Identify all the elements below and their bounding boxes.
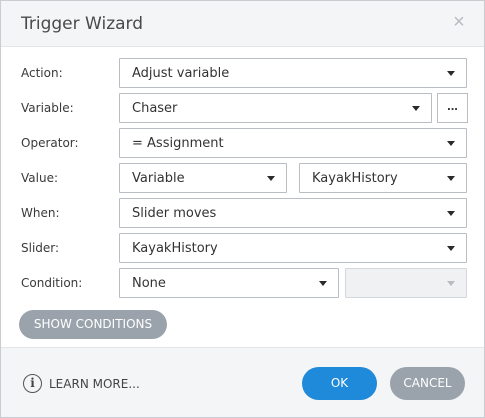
value-type-select[interactable]: Variable	[119, 163, 287, 193]
dialog-footer: i LEARN MORE... OK CANCEL	[1, 347, 484, 417]
condition-secondary-select	[345, 268, 467, 298]
operator-row: Operator: = Assignment	[1, 128, 484, 158]
dialog-titlebar: Trigger Wizard ×	[1, 1, 484, 47]
chevron-down-icon	[267, 176, 275, 181]
condition-label: Condition:	[21, 276, 83, 290]
ok-button[interactable]: OK	[302, 367, 377, 400]
operator-select-value: = Assignment	[132, 136, 224, 151]
condition-select-value: None	[132, 276, 166, 291]
dialog-title: Trigger Wizard	[21, 14, 144, 34]
cancel-button[interactable]: CANCEL	[390, 367, 465, 400]
variable-row: Variable: Chaser ...	[1, 93, 484, 123]
when-select-value: Slider moves	[132, 206, 217, 221]
chevron-down-icon	[447, 211, 455, 216]
condition-select[interactable]: None	[119, 268, 339, 298]
when-row: When: Slider moves	[1, 198, 484, 228]
when-select[interactable]: Slider moves	[119, 198, 467, 228]
action-select[interactable]: Adjust variable	[119, 58, 467, 88]
when-label: When:	[21, 206, 60, 220]
show-conditions-button[interactable]: SHOW CONDITIONS	[19, 310, 167, 339]
variable-select-value: Chaser	[132, 101, 178, 116]
operator-select[interactable]: = Assignment	[119, 128, 467, 158]
slider-row: Slider: KayakHistory	[1, 233, 484, 263]
info-icon: i	[23, 374, 42, 393]
chevron-down-icon	[412, 106, 420, 111]
action-label: Action:	[21, 66, 63, 80]
chevron-down-icon	[447, 246, 455, 251]
trigger-wizard-dialog: Trigger Wizard × Action: Adjust variable…	[0, 0, 485, 418]
value-variable-select-value: KayakHistory	[312, 171, 398, 186]
close-icon[interactable]: ×	[448, 11, 470, 33]
value-row: Value: Variable KayakHistory	[1, 163, 484, 193]
chevron-down-icon	[447, 141, 455, 146]
learn-more-label: LEARN MORE...	[49, 377, 140, 391]
variable-more-button[interactable]: ...	[437, 93, 468, 123]
chevron-down-icon	[447, 281, 455, 286]
value-variable-select[interactable]: KayakHistory	[299, 163, 467, 193]
action-row: Action: Adjust variable	[1, 58, 484, 88]
value-label: Value:	[21, 171, 58, 185]
value-type-select-value: Variable	[132, 171, 185, 186]
slider-select-value: KayakHistory	[132, 241, 218, 256]
chevron-down-icon	[319, 281, 327, 286]
slider-label: Slider:	[21, 241, 60, 255]
chevron-down-icon	[447, 71, 455, 76]
action-select-value: Adjust variable	[132, 66, 230, 81]
slider-select[interactable]: KayakHistory	[119, 233, 467, 263]
variable-label: Variable:	[21, 101, 74, 115]
operator-label: Operator:	[21, 136, 79, 150]
variable-select[interactable]: Chaser	[119, 93, 432, 123]
condition-row: Condition: None	[1, 268, 484, 298]
chevron-down-icon	[447, 176, 455, 181]
